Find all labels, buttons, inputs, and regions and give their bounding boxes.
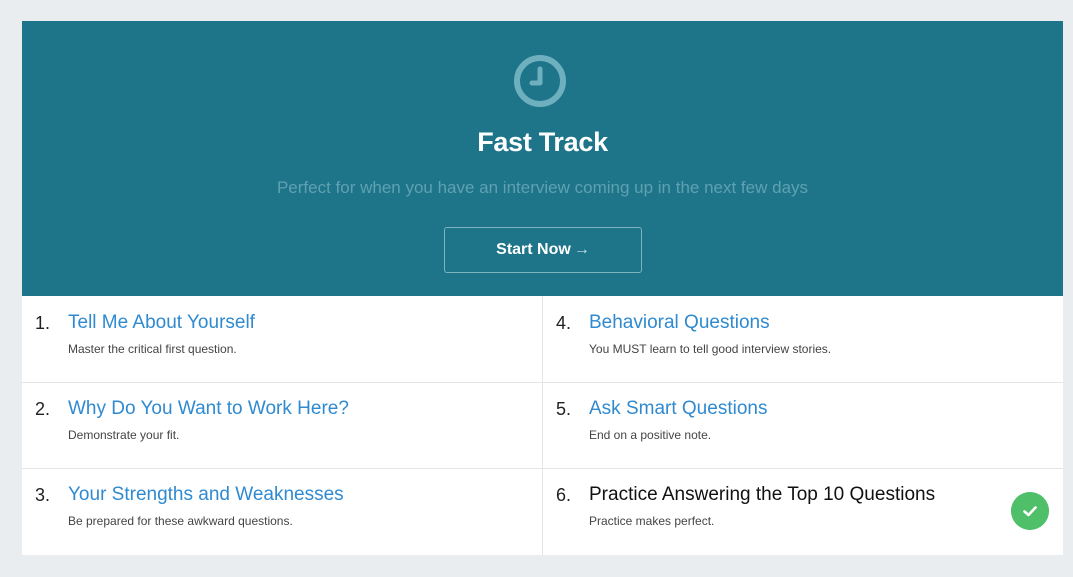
module-item[interactable]: 3. Your Strengths and Weaknesses Be prep… bbox=[22, 468, 542, 554]
checkmark-icon bbox=[1011, 492, 1049, 530]
arrow-right-icon: → bbox=[573, 241, 590, 258]
module-item[interactable]: 4. Behavioral Questions You MUST learn t… bbox=[543, 296, 1063, 382]
start-now-label: Start Now bbox=[496, 241, 571, 258]
module-description: Practice makes perfect. bbox=[589, 514, 715, 528]
module-number: 5. bbox=[556, 399, 572, 419]
module-title-link[interactable]: Behavioral Questions bbox=[589, 312, 770, 334]
module-title-link[interactable]: Tell Me About Yourself bbox=[68, 312, 255, 334]
module-title-link[interactable]: Ask Smart Questions bbox=[589, 398, 767, 420]
fast-track-card: Fast Track Perfect for when you have an … bbox=[22, 21, 1063, 555]
start-now-button[interactable]: Start Now → bbox=[444, 227, 642, 273]
module-number: 3. bbox=[35, 485, 51, 505]
module-item[interactable]: 1. Tell Me About Yourself Master the cri… bbox=[22, 296, 542, 382]
module-description: End on a positive note. bbox=[589, 428, 712, 442]
module-description: Master the critical first question. bbox=[68, 342, 237, 356]
module-number: 2. bbox=[35, 399, 51, 419]
module-description: Demonstrate your fit. bbox=[68, 428, 180, 442]
module-grid: 1. Tell Me About Yourself Master the cri… bbox=[22, 296, 1063, 555]
hero-banner: Fast Track Perfect for when you have an … bbox=[22, 21, 1063, 296]
module-item[interactable]: 2. Why Do You Want to Work Here? Demonst… bbox=[22, 382, 542, 468]
page-title: Fast Track bbox=[477, 127, 608, 157]
module-item[interactable]: 5. Ask Smart Questions End on a positive… bbox=[543, 382, 1063, 468]
clock-icon bbox=[514, 55, 566, 107]
module-number: 4. bbox=[556, 313, 572, 333]
module-number: 1. bbox=[35, 313, 51, 333]
module-description: You MUST learn to tell good interview st… bbox=[589, 342, 832, 356]
module-title-link[interactable]: Your Strengths and Weaknesses bbox=[68, 484, 344, 506]
module-description: Be prepared for these awkward questions. bbox=[68, 514, 293, 528]
page-subtitle: Perfect for when you have an interview c… bbox=[276, 178, 809, 197]
module-title-link[interactable]: Why Do You Want to Work Here? bbox=[68, 398, 349, 420]
module-title-completed[interactable]: Practice Answering the Top 10 Questions bbox=[589, 484, 935, 506]
module-number: 6. bbox=[556, 485, 572, 505]
module-item[interactable]: 6. Practice Answering the Top 10 Questio… bbox=[543, 468, 1063, 554]
